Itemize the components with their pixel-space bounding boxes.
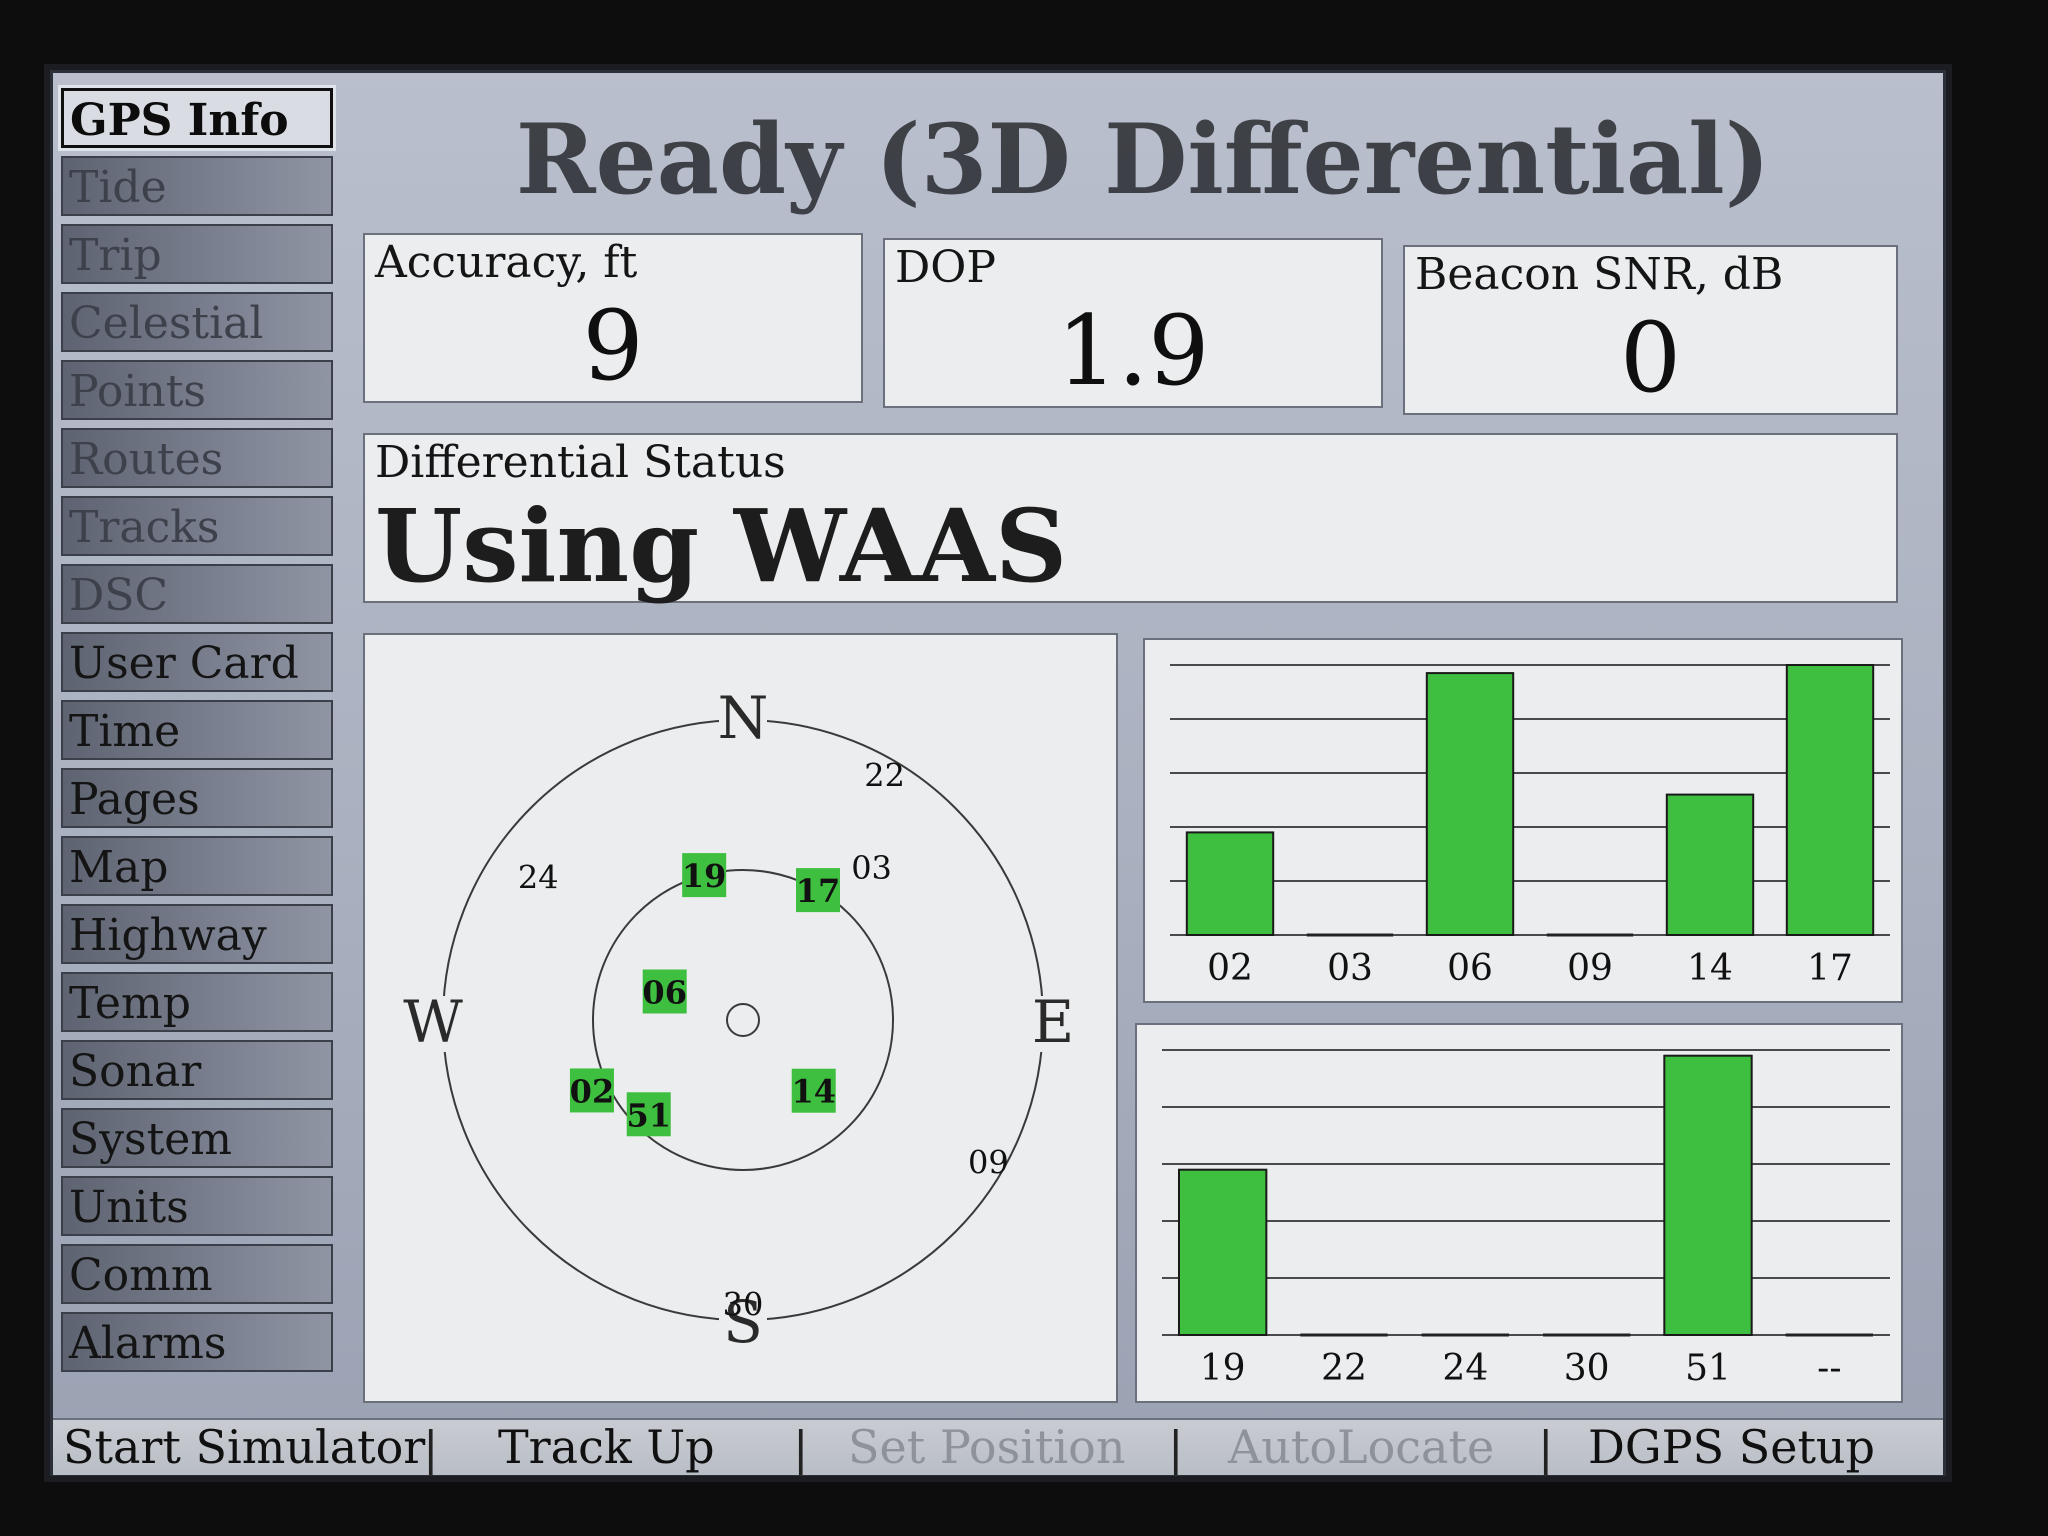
differential-status-value: Using WAAS — [375, 487, 1068, 605]
signal-bar-51 — [1663, 1054, 1753, 1336]
differential-status-field: Differential Status Using WAAS — [363, 433, 1898, 605]
horizon-ring — [442, 719, 1044, 1321]
signal-bar-17 — [1785, 664, 1875, 936]
satellite-sky-view: N E S W 22 03 24 09 30 19 17 06 02 51 14 — [363, 633, 1118, 1403]
signal-bar-label: 51 — [1685, 1348, 1731, 1389]
signal-bar-label: 19 — [1200, 1348, 1246, 1389]
menu-item-points[interactable]: Points — [61, 360, 333, 420]
dop-field: DOP 1.9 — [883, 238, 1383, 408]
satellite-30: 30 — [723, 1285, 764, 1323]
beacon-snr-value: 0 — [1619, 302, 1682, 414]
satellite-22: 22 — [864, 757, 905, 795]
softkey-separator: | — [1538, 1421, 1554, 1475]
beacon-snr-label: Beacon SNR, dB — [1415, 249, 1784, 300]
gps-info-screen: GPS Info Tide Trip Celestial Points Rout… — [50, 70, 1946, 1476]
signal-bar-label: 02 — [1207, 948, 1253, 989]
receiver-status-title: Ready (3D Differential) — [515, 103, 1771, 216]
satellite-17: 17 — [796, 872, 841, 910]
signal-bar-label: 06 — [1447, 948, 1493, 989]
signal-bar-14 — [1665, 793, 1755, 936]
satellite-06: 06 — [642, 973, 687, 1011]
beacon-snr-field: Beacon SNR, dB 0 — [1403, 245, 1898, 415]
signal-bar-label: 22 — [1321, 1348, 1367, 1389]
menu-item-time[interactable]: Time — [61, 700, 333, 760]
softkey-separator: | — [1168, 1421, 1184, 1475]
menu-item-system[interactable]: System — [61, 1108, 333, 1168]
page-menu: GPS Info Tide Trip Celestial Points Rout… — [58, 85, 336, 1380]
satellite-02: 02 — [570, 1072, 615, 1110]
track-up-softkey[interactable]: Track Up — [498, 1420, 715, 1475]
menu-item-pages[interactable]: Pages — [61, 768, 333, 828]
accuracy-value: 9 — [582, 290, 644, 402]
signal-bar-19 — [1177, 1168, 1268, 1336]
signal-bar-label: 17 — [1807, 948, 1853, 989]
softkey-bar: Start Simulator | Track Up | Set Positio… — [53, 1418, 1943, 1475]
menu-item-routes[interactable]: Routes — [61, 428, 333, 488]
satellite-09: 09 — [968, 1144, 1009, 1182]
signal-bar-label: 14 — [1687, 948, 1733, 989]
set-position-softkey[interactable]: Set Position — [848, 1420, 1125, 1475]
dgps-setup-softkey[interactable]: DGPS Setup — [1588, 1420, 1875, 1475]
signal-bar-02 — [1185, 831, 1275, 936]
menu-item-temp[interactable]: Temp — [61, 972, 333, 1032]
menu-item-dsc[interactable]: DSC — [61, 564, 333, 624]
north-label: N — [718, 684, 769, 752]
satellite-03: 03 — [851, 849, 892, 887]
accuracy-label: Accuracy, ft — [375, 237, 638, 288]
west-label: W — [403, 988, 463, 1056]
signal-bar-label: 30 — [1564, 1348, 1610, 1389]
satellite-19: 19 — [682, 857, 727, 895]
signal-bar-06 — [1425, 672, 1515, 936]
menu-item-alarms[interactable]: Alarms — [61, 1312, 333, 1372]
menu-item-units[interactable]: Units — [61, 1176, 333, 1236]
menu-item-celestial[interactable]: Celestial — [61, 292, 333, 352]
dop-label: DOP — [895, 242, 996, 293]
start-simulator-softkey[interactable]: Start Simulator — [63, 1420, 425, 1475]
signal-bar-label: 09 — [1567, 948, 1613, 989]
autolocate-softkey[interactable]: AutoLocate — [1228, 1420, 1494, 1475]
sky-plot: NESW220324093019 1706025114 — [403, 684, 1077, 1356]
signal-bar-label: 03 — [1327, 948, 1373, 989]
signal-strength-panel-top: 02 03 06 09 14 17 — [1143, 638, 1903, 1003]
satellite-24: 24 — [518, 859, 559, 897]
menu-item-map[interactable]: Map — [61, 836, 333, 896]
signal-bars-top: 02 03 06 09 14 17 — [1170, 664, 1890, 989]
differential-status-label: Differential Status — [375, 437, 786, 488]
signal-bar-label: 24 — [1442, 1348, 1488, 1389]
signal-bar-label: -- — [1817, 1348, 1841, 1389]
menu-item-gps-info[interactable]: GPS Info — [58, 85, 336, 151]
satellite-14: 14 — [791, 1073, 836, 1111]
east-label: E — [1032, 988, 1074, 1056]
menu-item-trip[interactable]: Trip — [61, 224, 333, 284]
menu-item-tracks[interactable]: Tracks — [61, 496, 333, 556]
softkey-separator: | — [423, 1421, 439, 1475]
menu-item-sonar[interactable]: Sonar — [61, 1040, 333, 1100]
menu-item-comm[interactable]: Comm — [61, 1244, 333, 1304]
accuracy-field: Accuracy, ft 9 — [363, 233, 863, 403]
menu-item-highway[interactable]: Highway — [61, 904, 333, 964]
softkey-separator: | — [793, 1421, 809, 1475]
signal-bars-bottom: 19 22 24 30 51 -- — [1162, 1049, 1890, 1389]
signal-strength-panel-bottom: 19 22 24 30 51 -- — [1135, 1023, 1903, 1403]
menu-item-user-card[interactable]: User Card — [61, 632, 333, 692]
zenith-marker — [726, 1003, 760, 1037]
satellite-51: 51 — [626, 1096, 671, 1134]
menu-item-tide[interactable]: Tide — [61, 156, 333, 216]
dop-value: 1.9 — [1056, 295, 1210, 407]
